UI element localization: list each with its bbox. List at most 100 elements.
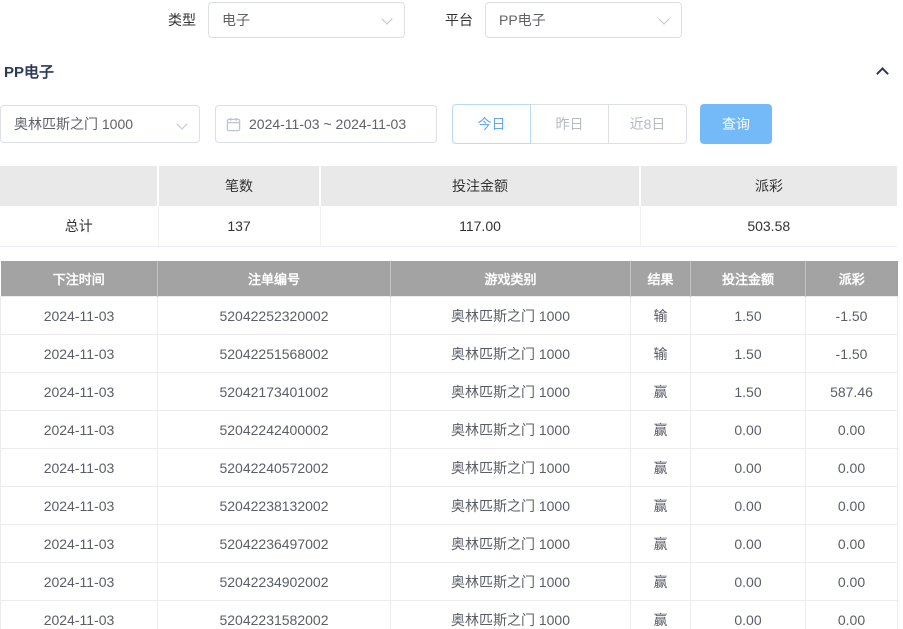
cell-bet: 1.50 [691, 297, 806, 335]
header-bet-amount: 投注金额 [691, 261, 806, 297]
cell-bet-id: 52042252320002 [158, 297, 391, 335]
summary-header-payout: 派彩 [640, 166, 897, 206]
cell-bet: 1.50 [691, 373, 806, 411]
cell-payout: 0.00 [806, 449, 898, 487]
type-filter-group: 类型 电子 [168, 2, 405, 38]
cell-result: 赢 [631, 487, 691, 525]
platform-filter-group: 平台 PP电子 [445, 2, 682, 38]
type-select[interactable]: 电子 [208, 2, 405, 38]
cell-date: 2024-11-03 [1, 487, 158, 525]
cell-bet: 0.00 [691, 601, 806, 629]
table-row: 2024-11-03 52042251568002 奥林匹斯之门 1000 输 … [1, 335, 898, 373]
cell-date: 2024-11-03 [1, 297, 158, 335]
cell-bet-id: 52042240572002 [158, 449, 391, 487]
cell-payout: 0.00 [806, 563, 898, 601]
cell-payout: -1.50 [806, 297, 898, 335]
cell-game: 奥林匹斯之门 1000 [391, 335, 631, 373]
cell-date: 2024-11-03 [1, 449, 158, 487]
top-filter-bar: 类型 电子 平台 PP电子 [0, 0, 903, 40]
cell-bet: 0.00 [691, 411, 806, 449]
toolbar: 奥林匹斯之门 1000 2024-11-03 ~ 2024-11-03 今日 昨… [0, 104, 903, 144]
date-range-input[interactable]: 2024-11-03 ~ 2024-11-03 [215, 105, 437, 143]
type-select-value: 电子 [222, 10, 250, 30]
cell-game: 奥林匹斯之门 1000 [391, 449, 631, 487]
calendar-icon [226, 117, 241, 132]
last8days-button[interactable]: 近8日 [608, 104, 687, 144]
page: 类型 电子 平台 PP电子 PP电子 奥林匹斯之门 1000 [0, 0, 903, 629]
cell-game: 奥林匹斯之门 1000 [391, 563, 631, 601]
table-row: 2024-11-03 52042231582002 奥林匹斯之门 1000 赢 … [1, 601, 898, 629]
summary-header-empty [0, 166, 158, 206]
cell-bet: 0.00 [691, 487, 806, 525]
cell-date: 2024-11-03 [1, 411, 158, 449]
cell-result: 输 [631, 297, 691, 335]
cell-result: 赢 [631, 525, 691, 563]
section-header: PP电子 [0, 56, 903, 86]
header-payout: 派彩 [806, 261, 898, 297]
cell-game: 奥林匹斯之门 1000 [391, 525, 631, 563]
table-row: 2024-11-03 52042252320002 奥林匹斯之门 1000 输 … [1, 297, 898, 335]
cell-bet-id: 52042231582002 [158, 601, 391, 629]
header-result: 结果 [631, 261, 691, 297]
cell-payout: 0.00 [806, 487, 898, 525]
cell-result: 赢 [631, 601, 691, 629]
cell-payout: 0.00 [806, 601, 898, 629]
platform-select-value: PP电子 [499, 10, 546, 30]
platform-filter-label: 平台 [445, 10, 473, 30]
cell-game: 奥林匹斯之门 1000 [391, 373, 631, 411]
cell-date: 2024-11-03 [1, 525, 158, 563]
summary-header-row: 笔数 投注金额 派彩 [0, 166, 897, 206]
today-button[interactable]: 今日 [452, 104, 531, 144]
cell-bet: 1.50 [691, 335, 806, 373]
cell-date: 2024-11-03 [1, 335, 158, 373]
table-row: 2024-11-03 52042242400002 奥林匹斯之门 1000 赢 … [1, 411, 898, 449]
cell-game: 奥林匹斯之门 1000 [391, 297, 631, 335]
section-title: PP电子 [4, 61, 54, 82]
cell-bet-id: 52042242400002 [158, 411, 391, 449]
cell-payout: 0.00 [806, 411, 898, 449]
cell-bet-id: 52042251568002 [158, 335, 391, 373]
summary-total-label: 总计 [0, 206, 158, 246]
cell-date: 2024-11-03 [1, 373, 158, 411]
summary-bet-value: 117.00 [320, 206, 640, 246]
cell-game: 奥林匹斯之门 1000 [391, 411, 631, 449]
chevron-down-icon [381, 13, 392, 24]
cell-game: 奥林匹斯之门 1000 [391, 601, 631, 629]
cell-result: 赢 [631, 563, 691, 601]
collapse-chevron-up-icon[interactable] [876, 67, 889, 80]
cell-result: 赢 [631, 411, 691, 449]
yesterday-button[interactable]: 昨日 [530, 104, 609, 144]
search-button[interactable]: 查询 [700, 104, 772, 144]
cell-result: 赢 [631, 449, 691, 487]
cell-bet: 0.00 [691, 563, 806, 601]
cell-bet-id: 52042173401002 [158, 373, 391, 411]
cell-bet: 0.00 [691, 449, 806, 487]
platform-select[interactable]: PP电子 [485, 2, 682, 38]
date-range-value: 2024-11-03 ~ 2024-11-03 [249, 116, 406, 132]
cell-bet: 0.00 [691, 525, 806, 563]
cell-payout: 0.00 [806, 525, 898, 563]
summary-total-row: 总计 137 117.00 503.58 [0, 206, 897, 246]
summary-table: 笔数 投注金额 派彩 总计 137 117.00 503.58 [0, 166, 897, 247]
cell-game: 奥林匹斯之门 1000 [391, 487, 631, 525]
game-select[interactable]: 奥林匹斯之门 1000 [0, 105, 200, 143]
cell-bet-id: 52042234902002 [158, 563, 391, 601]
table-row: 2024-11-03 52042234902002 奥林匹斯之门 1000 赢 … [1, 563, 898, 601]
header-bet-time: 下注时间 [1, 261, 158, 297]
bet-records-table: 下注时间 注单编号 游戏类别 结果 投注金额 派彩 2024-11-03 520… [0, 261, 898, 629]
cell-date: 2024-11-03 [1, 563, 158, 601]
summary-count-value: 137 [158, 206, 320, 246]
summary-header-count: 笔数 [158, 166, 320, 206]
chevron-down-icon [176, 118, 187, 129]
type-filter-label: 类型 [168, 10, 196, 30]
cell-payout: 587.46 [806, 373, 898, 411]
table-row: 2024-11-03 52042238132002 奥林匹斯之门 1000 赢 … [1, 487, 898, 525]
game-select-value: 奥林匹斯之门 1000 [14, 114, 133, 134]
chevron-down-icon [658, 13, 669, 24]
quick-date-button-group: 今日 昨日 近8日 [452, 104, 687, 144]
table-row: 2024-11-03 52042240572002 奥林匹斯之门 1000 赢 … [1, 449, 898, 487]
summary-payout-value: 503.58 [640, 206, 897, 246]
cell-result: 输 [631, 335, 691, 373]
table-row: 2024-11-03 52042236497002 奥林匹斯之门 1000 赢 … [1, 525, 898, 563]
cell-bet-id: 52042238132002 [158, 487, 391, 525]
